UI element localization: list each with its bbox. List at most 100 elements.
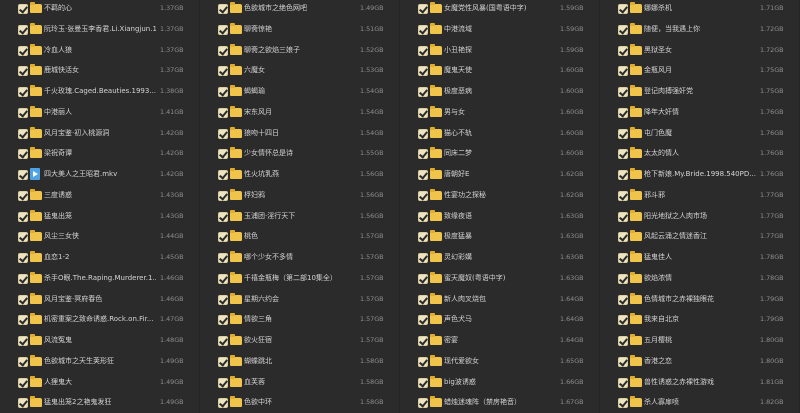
checkbox-checked[interactable] xyxy=(18,211,28,222)
file-row[interactable]: 蝴蝶跳北 1.58GB xyxy=(200,353,399,375)
checkbox-checked[interactable] xyxy=(418,107,428,118)
checkbox-checked[interactable] xyxy=(418,315,428,326)
file-name[interactable]: 随便，当我遇上你 xyxy=(644,23,700,35)
file-row[interactable]: 色欲中环 1.58GB xyxy=(200,394,399,413)
checkbox-checked[interactable] xyxy=(618,107,628,118)
file-row[interactable]: 桴妇鸦 1.56GB xyxy=(200,187,399,209)
checkbox-checked[interactable] xyxy=(618,66,628,77)
file-name[interactable]: big波诱惑 xyxy=(444,376,476,388)
checkbox-checked[interactable] xyxy=(18,4,28,14)
checkbox-checked[interactable] xyxy=(418,356,428,367)
checkbox-checked[interactable] xyxy=(418,170,428,180)
file-name[interactable]: 欲火狂宿 xyxy=(244,334,272,346)
file-row[interactable]: 欲焰浓情 1.78GB xyxy=(600,270,799,292)
checkbox-checked[interactable] xyxy=(618,128,628,139)
file-row[interactable]: 蜜天魔奴(粤语中字) 1.63GB xyxy=(400,270,599,292)
file-row[interactable]: 哪个少女不多情 1.57GB xyxy=(200,249,399,271)
file-name[interactable]: 登记肉搏强奸党 xyxy=(644,85,693,97)
file-row[interactable]: 灵幻彩媾 1.63GB xyxy=(400,249,599,271)
file-name[interactable]: 阮玲玉·张曼玉李香君.Li.Xiangjun.19... xyxy=(44,23,156,35)
file-row[interactable]: 少女情怀总是诗 1.55GB xyxy=(200,145,399,167)
file-name[interactable]: 蜡烛迷魂阵（禁房艳音） xyxy=(444,396,521,408)
file-row[interactable]: 极度恶病 1.60GB xyxy=(400,83,599,105)
checkbox-checked[interactable] xyxy=(418,190,428,201)
file-row[interactable]: 血恋1-2 1.45GB xyxy=(0,249,199,271)
file-name[interactable]: 哪个少女不多情 xyxy=(244,251,293,263)
checkbox-checked[interactable] xyxy=(218,294,228,305)
checkbox-checked[interactable] xyxy=(218,273,228,284)
file-name[interactable]: 猛鬼佳人 xyxy=(644,251,672,263)
file-name[interactable]: 性火坑乳燕 xyxy=(244,168,279,180)
file-name[interactable]: 杀手O眼.The.Raping.Murderer.1... xyxy=(44,272,156,284)
file-row[interactable]: 猛鬼佳人 1.78GB xyxy=(600,249,799,271)
file-row[interactable]: 女魔党性风暴(国粤语中字) 1.59GB xyxy=(400,0,599,22)
checkbox-checked[interactable] xyxy=(418,253,428,263)
file-name[interactable]: 邪斗邪 xyxy=(644,189,665,201)
file-row[interactable]: 四大美人之王昭君.mkv 1.42GB xyxy=(0,166,199,188)
checkbox-checked[interactable] xyxy=(18,377,28,388)
file-row[interactable]: 蜡烛迷魂阵（禁房艳音） 1.67GB xyxy=(400,394,599,413)
file-name[interactable]: 机密重案之致命诱惑.Rock.on.Fir... xyxy=(44,313,154,325)
checkbox-checked[interactable] xyxy=(218,24,228,35)
file-row[interactable]: 宋东风月 1.54GB xyxy=(200,104,399,126)
file-name[interactable]: 桴妇鸦 xyxy=(244,189,265,201)
checkbox-checked[interactable] xyxy=(418,66,428,77)
checkbox-checked[interactable] xyxy=(18,87,28,97)
checkbox-checked[interactable] xyxy=(418,273,428,284)
file-row[interactable]: 致缘夜语 1.63GB xyxy=(400,208,599,230)
file-row[interactable]: 枪下新娘.My.Bride.1998.540PD... 1.76GB xyxy=(600,166,799,188)
file-row[interactable]: 猛鬼出笼2之艳鬼发狂 1.49GB xyxy=(0,394,199,413)
checkbox-checked[interactable] xyxy=(218,4,228,14)
file-name[interactable]: 杀人寡扉喷 xyxy=(644,396,679,408)
file-row[interactable]: 欲火狂宿 1.57GB xyxy=(200,332,399,354)
file-row[interactable]: 聊斋惊艳 1.51GB xyxy=(200,21,399,43)
file-name[interactable]: 玉浦团·淫行天下 xyxy=(244,210,295,222)
file-row[interactable]: 唐朝好E 1.62GB xyxy=(400,166,599,188)
checkbox-checked[interactable] xyxy=(618,45,628,56)
file-name[interactable]: 女魔党性风暴(国粤语中字) xyxy=(444,2,526,14)
checkbox-checked[interactable] xyxy=(18,107,28,118)
file-name[interactable]: 猫心不轨 xyxy=(444,127,472,139)
file-row[interactable]: 色情城市之赤裸独眼花 1.79GB xyxy=(600,291,799,313)
file-name[interactable]: 现代爱欲女 xyxy=(444,355,479,367)
file-name[interactable]: 极度恶病 xyxy=(444,85,472,97)
file-name[interactable]: 阳光地狱之人肉市场 xyxy=(644,210,707,222)
file-row[interactable]: 中港流域 1.59GB xyxy=(400,21,599,43)
file-name[interactable]: 桃色 xyxy=(244,230,258,242)
checkbox-checked[interactable] xyxy=(618,190,628,201)
checkbox-checked[interactable] xyxy=(618,87,628,97)
file-row[interactable]: 情欲三角 1.57GB xyxy=(200,311,399,333)
checkbox-checked[interactable] xyxy=(18,294,28,305)
file-name[interactable]: 枪下新娘.My.Bride.1998.540PD... xyxy=(644,168,756,180)
file-row[interactable]: 色欲城市之绝色网吧 1.49GB xyxy=(200,0,399,22)
checkbox-checked[interactable] xyxy=(618,273,628,284)
file-name[interactable]: 狼吻十四日 xyxy=(244,127,279,139)
file-row[interactable]: 风月宝鉴·初入桃源洞 1.42GB xyxy=(0,125,199,147)
file-name[interactable]: 人狸鬼大 xyxy=(44,376,72,388)
file-row[interactable]: 聊斋之欲焰三娘子 1.52GB xyxy=(200,42,399,64)
file-name[interactable]: 风流冤鬼 xyxy=(44,334,72,346)
file-name[interactable]: 娜娜杀机 xyxy=(644,2,672,14)
checkbox-checked[interactable] xyxy=(218,170,228,180)
file-name[interactable]: 不羁的心 xyxy=(44,2,72,14)
file-row[interactable]: 小丑艳探 1.59GB xyxy=(400,42,599,64)
checkbox-checked[interactable] xyxy=(218,232,228,243)
file-row[interactable]: 桃色 1.57GB xyxy=(200,228,399,250)
file-row[interactable]: 性宴功之探秘 1.62GB xyxy=(400,187,599,209)
file-name[interactable]: 降年大奸情 xyxy=(644,106,679,118)
checkbox-checked[interactable] xyxy=(218,253,228,263)
checkbox-checked[interactable] xyxy=(618,232,628,243)
file-name[interactable]: 蜜天魔奴(粤语中字) xyxy=(444,272,505,284)
file-row[interactable]: 血芙蓉 1.58GB xyxy=(200,374,399,396)
checkbox-checked[interactable] xyxy=(418,398,428,409)
file-row[interactable]: 我来自北京 1.79GB xyxy=(600,311,799,333)
file-name[interactable]: 风起云涌之情迷香江 xyxy=(644,230,707,242)
checkbox-checked[interactable] xyxy=(18,66,28,77)
file-row[interactable]: 风月宝鉴·冥府春色 1.46GB xyxy=(0,291,199,313)
checkbox-checked[interactable] xyxy=(618,356,628,367)
checkbox-checked[interactable] xyxy=(218,398,228,409)
checkbox-checked[interactable] xyxy=(218,87,228,97)
checkbox-checked[interactable] xyxy=(18,336,28,346)
file-name[interactable]: 色欲城市之天生荚形狂 xyxy=(44,355,114,367)
file-row[interactable]: 玉浦团·淫行天下 1.56GB xyxy=(200,208,399,230)
